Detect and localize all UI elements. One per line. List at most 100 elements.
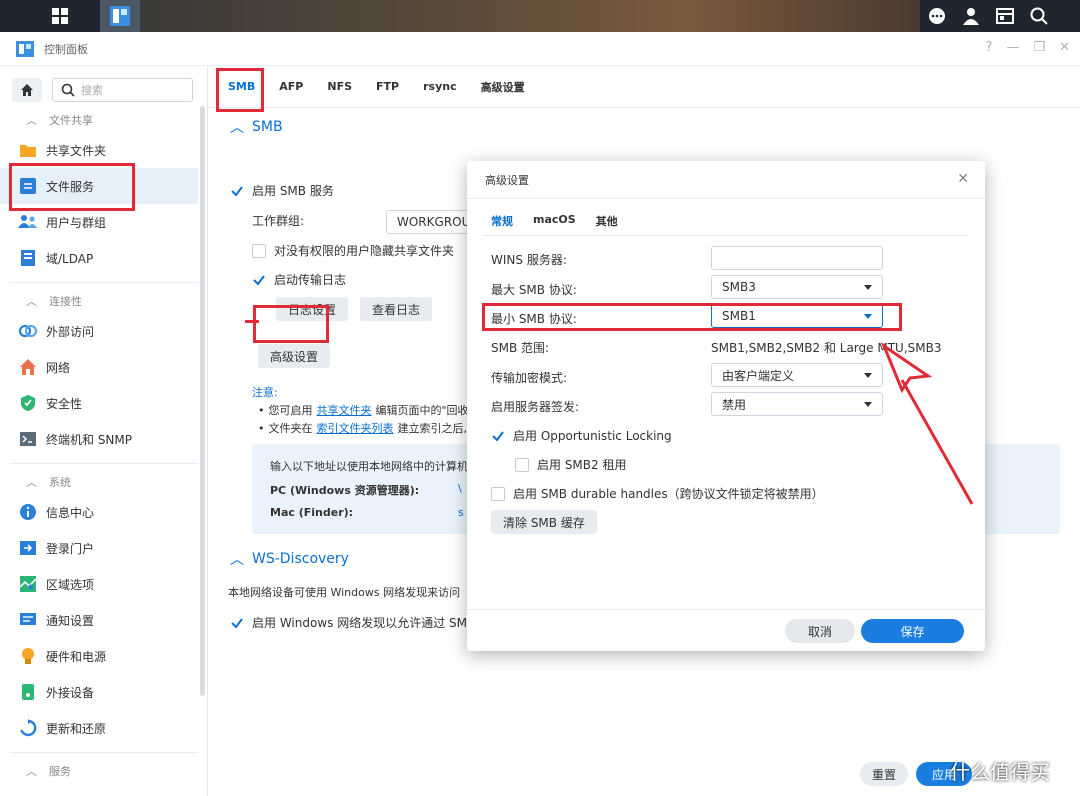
domain-icon — [18, 248, 38, 268]
max-smb-select[interactable]: SMB3 — [711, 275, 883, 299]
highlight-min-smb — [482, 303, 902, 331]
note-line-2: • 文件夹在 索引文件夹列表 建立索引之后, — [258, 420, 467, 436]
user-button[interactable] — [954, 0, 988, 32]
search-icon — [61, 83, 75, 97]
section-system[interactable]: ︿ 系统 — [0, 470, 207, 494]
sidebar-search[interactable]: 搜索 — [52, 78, 193, 102]
shared-folder-link[interactable]: 共享文件夹 — [317, 402, 372, 418]
transfer-log-checkbox[interactable] — [252, 272, 266, 287]
durable-handles-row[interactable]: 启用 SMB durable handles（跨协议文件锁定将被禁用） — [491, 485, 824, 502]
divider — [10, 282, 198, 283]
watermark: 什么值得买 — [950, 760, 1050, 784]
hide-folders-checkbox[interactable] — [252, 243, 266, 258]
dialog-tab-macos[interactable]: macOS — [533, 213, 576, 229]
close-icon[interactable]: ✕ — [1059, 40, 1070, 55]
ws-discovery-header[interactable]: ︿ WS-Discovery — [208, 544, 349, 574]
folder-icon — [18, 140, 38, 160]
index-folder-link[interactable]: 索引文件夹列表 — [317, 420, 394, 436]
window-titlebar: 控制面板 — [0, 32, 1080, 66]
main-menu-button[interactable] — [40, 0, 80, 32]
section-services[interactable]: ︿ 服务 — [0, 759, 207, 783]
signing-label: 启用服务器签发: — [491, 400, 580, 414]
chat-button[interactable] — [920, 0, 954, 32]
transfer-log-row[interactable]: 启动传输日志 — [252, 271, 346, 288]
control-panel-taskbar-button[interactable] — [100, 0, 140, 32]
ws-enable-checkbox[interactable] — [230, 615, 244, 630]
tab-afp[interactable]: AFP — [279, 80, 303, 93]
divider — [10, 463, 198, 464]
sidebar-item-notification[interactable]: 通知设置 — [0, 602, 198, 638]
tab-ftp[interactable]: FTP — [376, 80, 399, 93]
cancel-button[interactable]: 取消 — [785, 619, 855, 643]
max-smb-label: 最大 SMB 协议: — [491, 283, 577, 297]
view-log-button[interactable]: 查看日志 — [360, 297, 433, 321]
dropdown-caret-icon — [864, 284, 872, 290]
sidebar-item-hardware-power[interactable]: 硬件和电源 — [0, 638, 198, 674]
search-button[interactable] — [1022, 0, 1056, 32]
notification-icon — [18, 610, 38, 630]
dialog-close-icon[interactable]: ✕ — [957, 171, 969, 187]
sidebar-item-domain-ldap[interactable]: 域/LDAP — [0, 240, 198, 276]
home-icon — [21, 84, 33, 96]
dialog-tab-others[interactable]: 其他 — [596, 213, 618, 229]
ws-description: 本地网络设备可使用 Windows 网络发现来访问 — [228, 586, 461, 599]
advanced-settings-button[interactable]: 高级设置 — [258, 344, 331, 368]
mac-label: Mac (Finder): — [270, 506, 354, 519]
sidebar-scrollbar[interactable] — [200, 106, 205, 696]
sidebar-item-terminal-snmp[interactable]: 终端机和 SNMP — [0, 421, 198, 457]
sidebar-item-network[interactable]: 网络 — [0, 349, 198, 385]
signing-select[interactable]: 禁用 — [711, 392, 883, 416]
sidebar-item-external-access[interactable]: 外部访问 — [0, 313, 198, 349]
sidebar-item-login-portal[interactable]: 登录门户 — [0, 530, 198, 566]
bulb-icon — [18, 646, 38, 666]
sidebar-item-external-devices[interactable]: 外接设备 — [0, 674, 198, 710]
durable-handles-checkbox[interactable] — [491, 486, 505, 501]
enable-smb-checkbox[interactable] — [230, 183, 244, 198]
sidebar-item-info-center[interactable]: 信息中心 — [0, 494, 198, 530]
wins-label: WINS 服务器: — [491, 253, 567, 267]
lease-row[interactable]: 启用 SMB2 租用 — [515, 456, 626, 473]
window-title: 控制面板 — [44, 42, 88, 56]
home-button[interactable] — [12, 78, 42, 102]
smb-section-header[interactable]: ︿ SMB — [208, 112, 1080, 142]
workgroup-input[interactable]: WORKGROU — [386, 210, 476, 234]
save-button[interactable]: 保存 — [861, 619, 964, 643]
dialog-tab-general[interactable]: 常规 — [491, 213, 513, 229]
taskbar — [0, 0, 1080, 32]
help-icon[interactable]: ? — [986, 40, 993, 55]
tab-advanced[interactable]: 高级设置 — [481, 79, 525, 95]
oplock-row[interactable]: 启用 Opportunistic Locking — [491, 427, 672, 444]
enable-smb-row[interactable]: 启用 SMB 服务 — [230, 182, 334, 199]
search-placeholder: 搜索 — [81, 84, 103, 97]
control-panel-app-icon — [16, 40, 34, 57]
hide-folders-row[interactable]: 对没有权限的用户隐藏共享文件夹 — [252, 242, 454, 259]
update-icon — [18, 718, 38, 738]
tab-nfs[interactable]: NFS — [327, 80, 352, 93]
minimize-icon[interactable]: — — [1006, 40, 1019, 55]
reset-button[interactable]: 重置 — [860, 762, 909, 786]
sidebar-item-regional-options[interactable]: 区域选项 — [0, 566, 198, 602]
chevron-up-icon: ︿ — [230, 552, 244, 568]
chat-icon — [929, 8, 945, 24]
sidebar-item-security[interactable]: 安全性 — [0, 385, 198, 421]
tab-rsync[interactable]: rsync — [423, 80, 457, 93]
desktop-wallpaper — [140, 0, 920, 32]
grid-icon — [52, 8, 68, 24]
widgets-button[interactable] — [988, 0, 1022, 32]
info-icon — [18, 502, 38, 522]
oplock-checkbox[interactable] — [491, 428, 505, 443]
section-file-sharing[interactable]: ︿ 文件共享 — [0, 108, 207, 132]
clear-cache-button[interactable]: 清除 SMB 缓存 — [491, 510, 597, 534]
encryption-select[interactable]: 由客户端定义 — [711, 363, 883, 387]
wins-input[interactable] — [711, 246, 883, 270]
sidebar-item-update-restore[interactable]: 更新和还原 — [0, 710, 198, 746]
maximize-icon[interactable]: ❐ — [1033, 40, 1045, 55]
terminal-icon — [18, 429, 38, 449]
external-access-icon — [18, 321, 38, 341]
lease-checkbox[interactable] — [515, 457, 529, 472]
mac-address: s — [458, 506, 464, 519]
ws-enable-row[interactable]: 启用 Windows 网络发现以允许通过 SMB — [230, 614, 475, 631]
smb-range-label: SMB 范围: — [491, 341, 550, 355]
external-device-icon — [18, 682, 38, 702]
section-connectivity[interactable]: ︿ 连接性 — [0, 289, 207, 313]
